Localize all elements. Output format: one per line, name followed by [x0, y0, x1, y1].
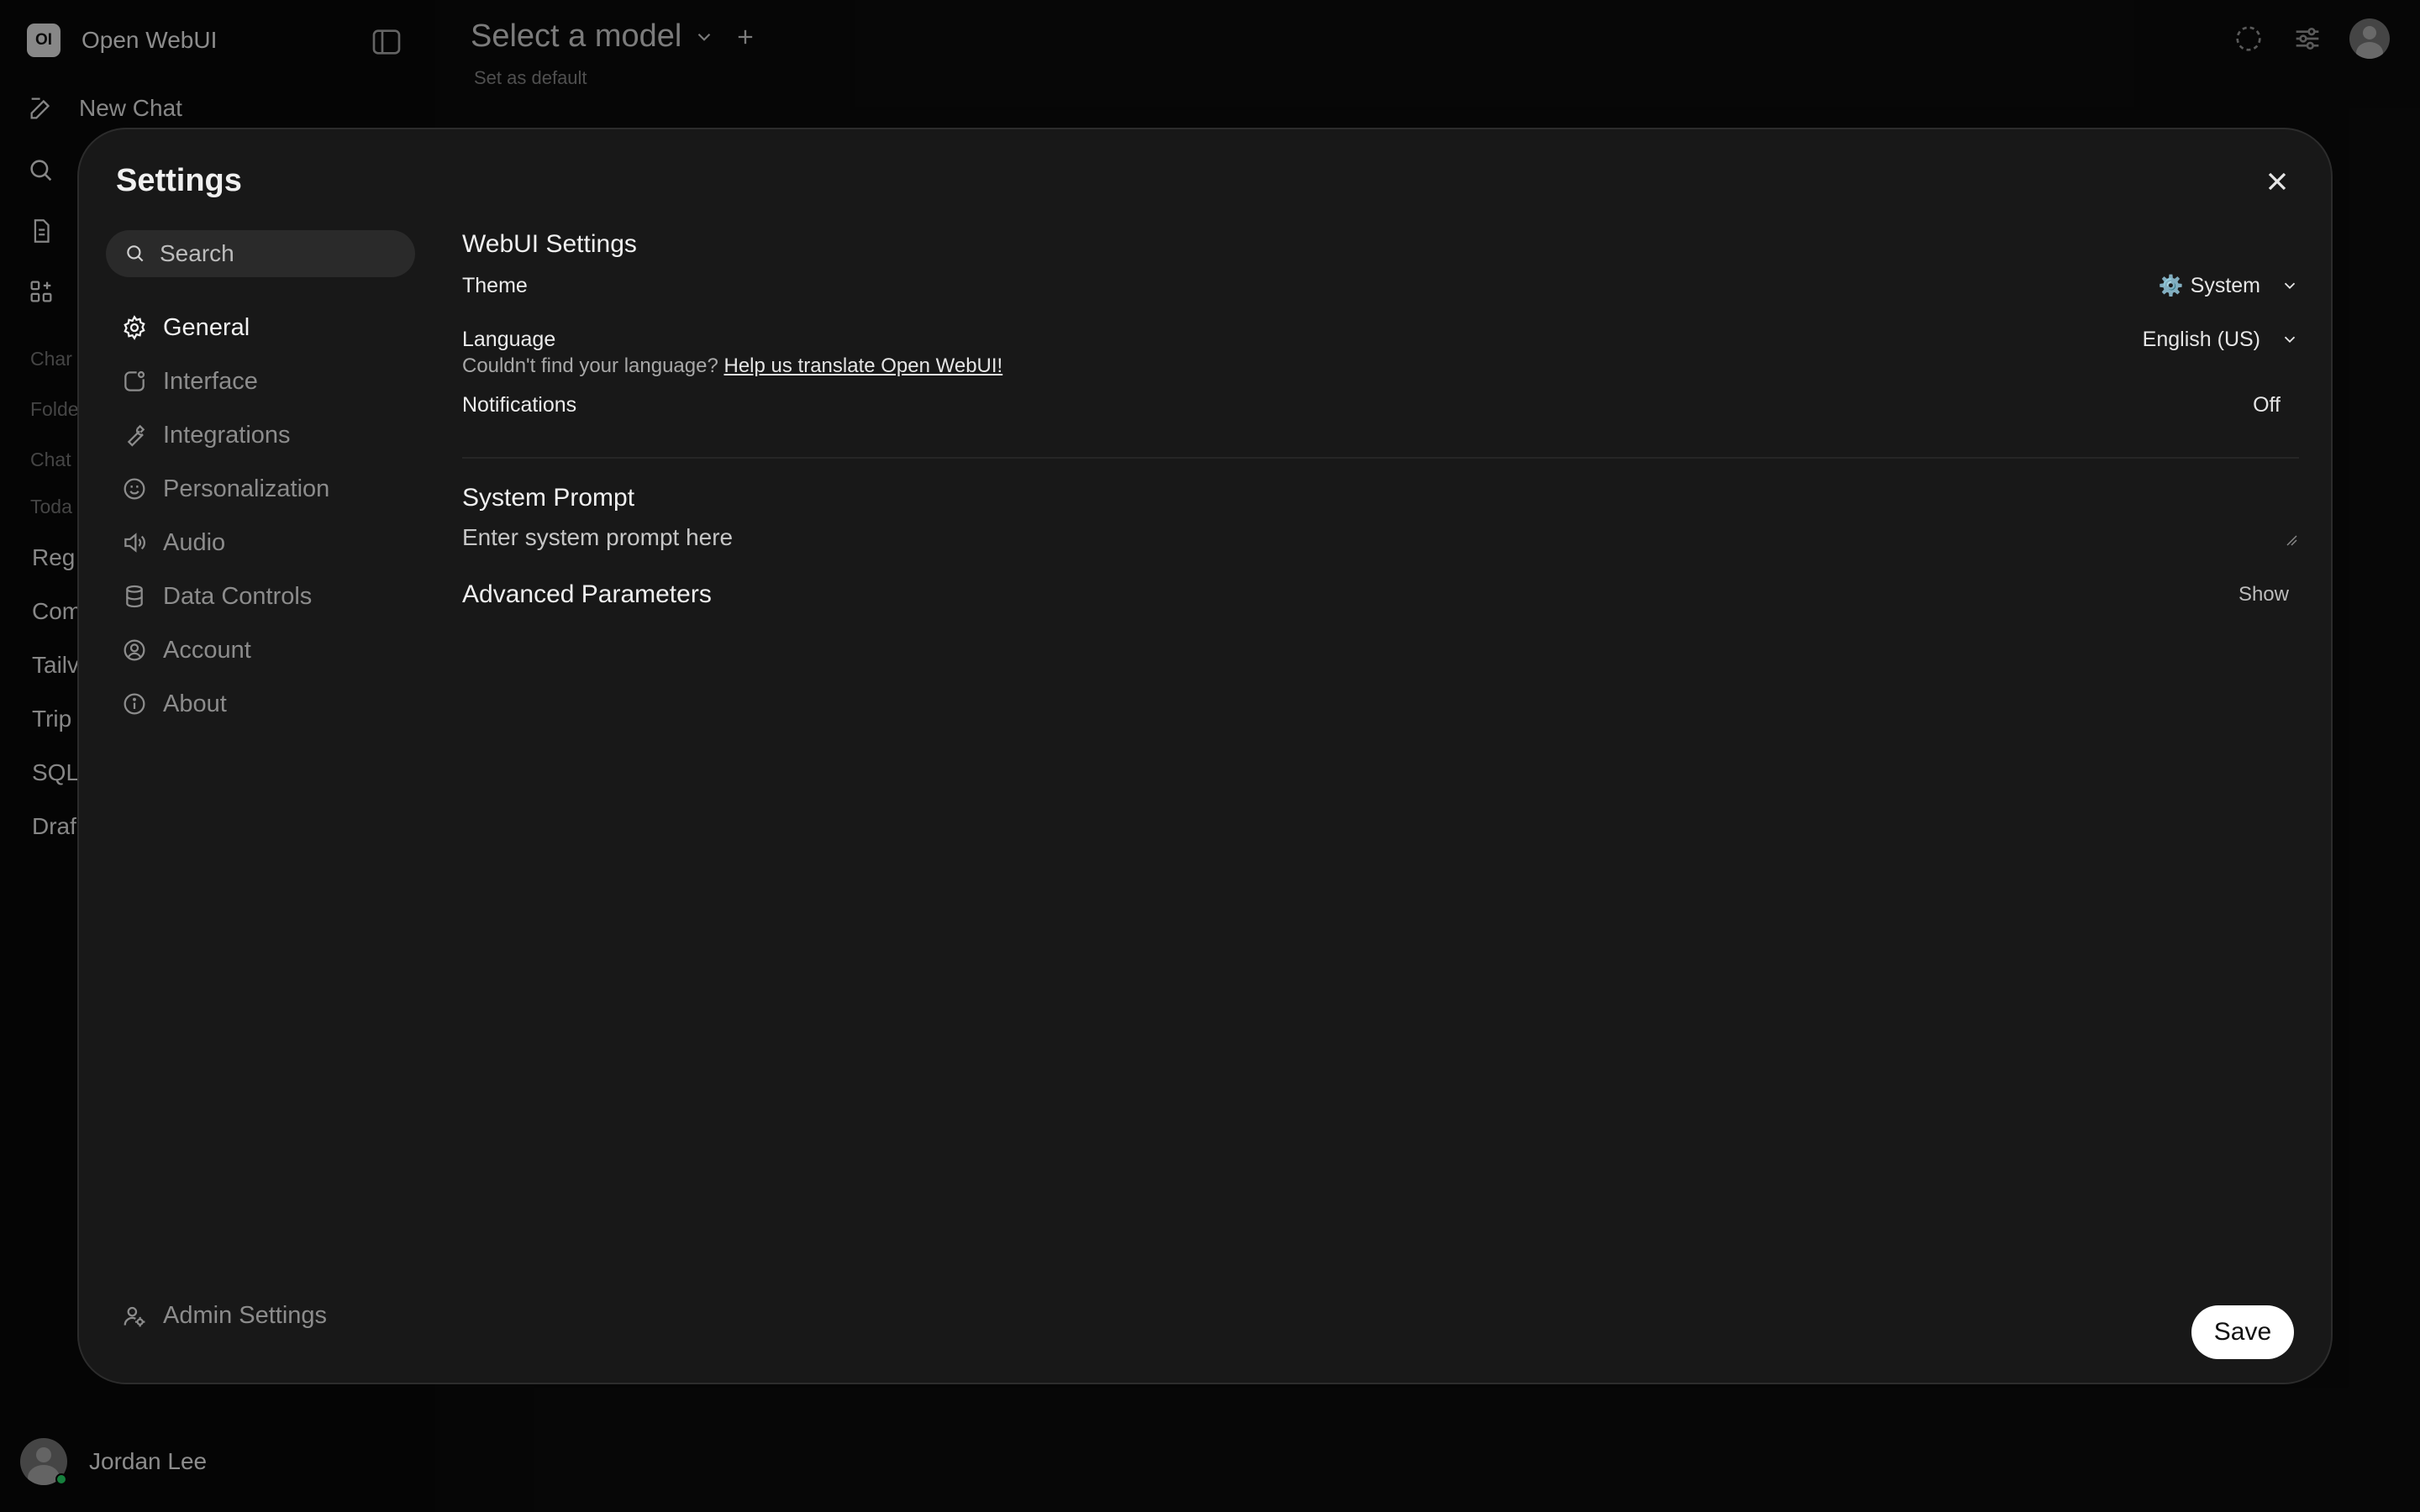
system-prompt-title: System Prompt: [462, 484, 635, 512]
resize-grip-icon[interactable]: [2286, 534, 2297, 546]
divider: [462, 457, 2299, 459]
wrench-icon: [127, 424, 145, 447]
system-prompt-wrapper: [462, 512, 2299, 575]
speaker-icon: [124, 533, 145, 553]
gear-icon: [124, 315, 145, 340]
tab-label: General: [163, 313, 250, 341]
admin-icon: [124, 1306, 145, 1326]
theme-label: Theme: [462, 273, 528, 297]
theme-select[interactable]: ⚙️ System: [2159, 274, 2299, 298]
info-icon: [124, 693, 145, 715]
language-select[interactable]: English (US): [2143, 328, 2299, 352]
settings-content: WebUI Settings Theme ⚙️ System Language …: [462, 230, 2299, 609]
tab-personalization[interactable]: Personalization: [121, 462, 329, 516]
account-icon: [124, 639, 145, 661]
tab-label: Personalization: [163, 475, 330, 502]
search-input[interactable]: [160, 240, 403, 267]
notifications-label: Notifications: [462, 392, 577, 417]
smile-icon: [124, 478, 145, 500]
notifications-row: Notifications Off: [462, 378, 2299, 432]
webui-settings-title: WebUI Settings: [462, 230, 637, 258]
tab-interface[interactable]: Interface: [121, 354, 329, 408]
advanced-params-row: Advanced Parameters Show: [462, 580, 2299, 609]
database-icon: [126, 585, 143, 608]
language-row: Language English (US): [462, 312, 2299, 366]
tab-label: Audio: [163, 528, 226, 556]
system-prompt-input[interactable]: [462, 524, 2299, 571]
notifications-value: Off: [2253, 392, 2281, 417]
tab-account[interactable]: Account: [121, 623, 329, 677]
admin-settings-link[interactable]: Admin Settings: [121, 1302, 327, 1330]
theme-gear-icon: ⚙️: [2158, 274, 2184, 297]
language-value: English (US): [2142, 327, 2260, 351]
advanced-params-title: Advanced Parameters: [462, 580, 712, 608]
modal-title: Settings: [116, 163, 242, 198]
tab-label: Interface: [163, 367, 258, 395]
admin-settings-label: Admin Settings: [163, 1302, 328, 1329]
search-icon: [127, 245, 144, 262]
settings-modal: Settings General Interface: [77, 128, 2333, 1384]
theme-value: System: [2190, 273, 2260, 297]
close-icon[interactable]: [2262, 166, 2292, 197]
interface-icon: [124, 370, 145, 391]
notifications-toggle[interactable]: Off: [2253, 393, 2281, 417]
tab-about[interactable]: About: [121, 677, 329, 731]
tab-data-controls[interactable]: Data Controls: [121, 570, 329, 623]
settings-nav: General Interface Integrations Personali…: [121, 301, 329, 731]
chevron-down-icon: [2284, 336, 2296, 344]
settings-search[interactable]: [106, 230, 415, 277]
tab-label: Integrations: [163, 421, 291, 449]
tab-integrations[interactable]: Integrations: [121, 408, 329, 462]
language-label: Language: [462, 327, 556, 351]
advanced-params-toggle[interactable]: Show: [2238, 583, 2289, 606]
chevron-down-icon: [2284, 282, 2296, 290]
app-root: OI Open WebUI New Chat Char Folde Chat T…: [0, 0, 2420, 1512]
tab-label: About: [163, 690, 227, 717]
tab-general[interactable]: General: [121, 301, 329, 354]
save-button[interactable]: Save: [2191, 1305, 2294, 1359]
tab-audio[interactable]: Audio: [121, 516, 329, 570]
tab-label: Account: [163, 636, 251, 664]
theme-row: Theme ⚙️ System: [462, 259, 2299, 312]
tab-label: Data Controls: [163, 582, 313, 610]
